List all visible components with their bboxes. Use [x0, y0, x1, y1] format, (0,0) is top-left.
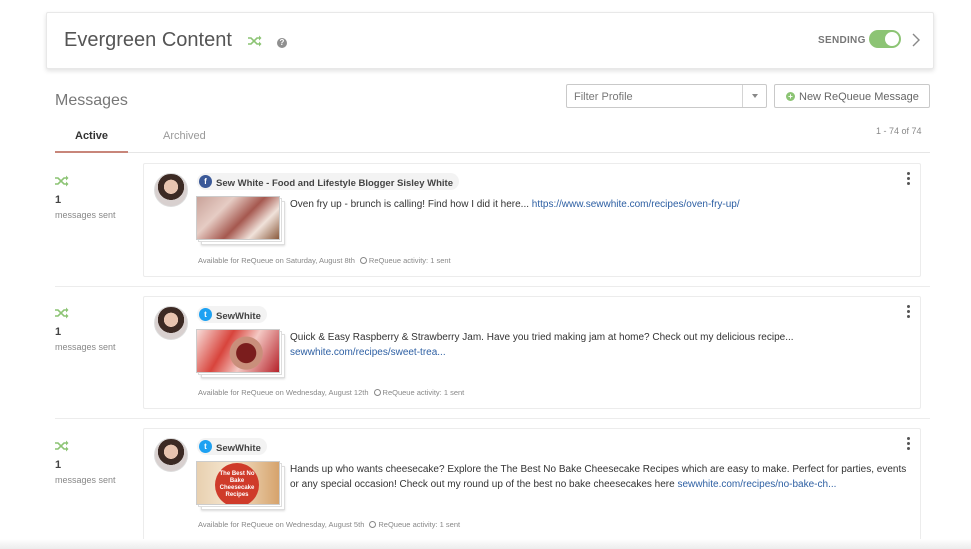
requeue-activity: ReQueue activity: 1 sent [382, 388, 465, 397]
facebook-icon: f [199, 175, 212, 188]
row-divider [55, 286, 930, 287]
avatar [154, 438, 188, 472]
sent-count: 1 [55, 326, 62, 338]
profile-pill: t SewWhite [197, 438, 267, 455]
more-options-icon[interactable] [907, 437, 910, 452]
row-divider [55, 418, 930, 419]
message-text: Hands up who wants cheesecake? Explore t… [290, 462, 912, 492]
sending-toggle[interactable] [869, 30, 901, 48]
message-card[interactable]: f Sew White - Food and Lifestyle Blogger… [143, 163, 921, 277]
shuffle-icon [55, 307, 69, 319]
profile-name: Sew White - Food and Lifestyle Blogger S… [216, 178, 453, 189]
message-card[interactable]: t SewWhite The Best No Bake Cheesecake R… [143, 428, 921, 541]
history-icon [359, 257, 367, 264]
plus-circle-icon: + [786, 92, 795, 101]
tab-archived[interactable]: Archived [163, 130, 206, 142]
new-requeue-message-label: New ReQueue Message [799, 91, 919, 103]
shuffle-icon [248, 35, 262, 47]
available-date: Available for ReQueue on Wednesday, Augu… [198, 520, 365, 529]
header-card: Evergreen Content ? SENDING [46, 12, 934, 69]
sent-label: messages sent [55, 342, 116, 352]
history-icon [373, 389, 381, 396]
available-date: Available for ReQueue on Saturday, Augus… [198, 256, 355, 265]
message-link[interactable]: sewwhite.com/recipes/sweet-trea... [290, 347, 446, 358]
filter-dropdown-toggle[interactable] [742, 85, 766, 107]
twitter-icon: t [199, 440, 212, 453]
requeue-meta: Available for ReQueue on Wednesday, Augu… [198, 388, 464, 397]
message-link[interactable]: https://www.sewwhite.com/recipes/oven-fr… [532, 199, 740, 210]
bottom-edge-shadow [0, 539, 971, 549]
requeue-activity: ReQueue activity: 1 sent [368, 256, 451, 265]
message-card[interactable]: t SewWhite Quick & Easy Raspberry & Stra… [143, 296, 921, 409]
pagination-count: 1 - 74 of 74 [876, 126, 922, 136]
profile-name: SewWhite [216, 443, 261, 454]
profile-pill: f Sew White - Food and Lifestyle Blogger… [197, 173, 459, 190]
active-tab-indicator [55, 151, 128, 153]
history-icon [369, 521, 377, 528]
new-requeue-message-button[interactable]: + New ReQueue Message [774, 84, 930, 108]
profile-name: SewWhite [216, 311, 261, 322]
sending-label: SENDING [818, 35, 866, 46]
thumbnail-stack: The Best No Bake Cheesecake Recipes [196, 461, 286, 510]
filter-profile-select[interactable]: Filter Profile [566, 84, 767, 108]
sent-count: 1 [55, 459, 62, 471]
more-options-icon[interactable] [907, 172, 910, 187]
chevron-right-icon[interactable] [911, 33, 921, 47]
sent-count: 1 [55, 194, 62, 206]
shuffle-icon [55, 175, 69, 187]
message-text: Oven fry up - brunch is calling! Find ho… [290, 197, 912, 212]
available-date: Available for ReQueue on Wednesday, Augu… [198, 388, 369, 397]
thumbnail-stack [196, 329, 286, 378]
post-thumbnail: The Best No Bake Cheesecake Recipes [196, 461, 280, 505]
filter-profile-placeholder: Filter Profile [574, 91, 633, 103]
tab-active[interactable]: Active [75, 130, 108, 142]
sent-label: messages sent [55, 475, 116, 485]
shuffle-icon [55, 440, 69, 452]
sent-label: messages sent [55, 210, 116, 220]
more-options-icon[interactable] [907, 305, 910, 320]
message-link[interactable]: sewwhite.com/recipes/no-bake-ch... [677, 479, 836, 490]
tabs-divider [55, 152, 930, 153]
profile-pill: t SewWhite [197, 306, 267, 323]
post-thumbnail [196, 196, 280, 240]
toggle-knob [885, 32, 899, 46]
thumbnail-caption: The Best No Bake Cheesecake Recipes [215, 463, 259, 504]
avatar [154, 306, 188, 340]
page-title: Evergreen Content [64, 29, 232, 51]
messages-title: Messages [55, 92, 128, 109]
requeue-meta: Available for ReQueue on Saturday, Augus… [198, 256, 451, 265]
twitter-icon: t [199, 308, 212, 321]
message-text: Quick & Easy Raspberry & Strawberry Jam.… [290, 330, 912, 360]
thumbnail-stack [196, 196, 286, 245]
message-body: Oven fry up - brunch is calling! Find ho… [290, 199, 532, 210]
requeue-meta: Available for ReQueue on Wednesday, Augu… [198, 520, 460, 529]
requeue-activity: ReQueue activity: 1 sent [378, 520, 461, 529]
avatar [154, 173, 188, 207]
post-thumbnail [196, 329, 280, 373]
chevron-down-icon [752, 94, 758, 98]
help-icon[interactable]: ? [277, 38, 287, 48]
message-body: Quick & Easy Raspberry & Strawberry Jam.… [290, 332, 794, 343]
